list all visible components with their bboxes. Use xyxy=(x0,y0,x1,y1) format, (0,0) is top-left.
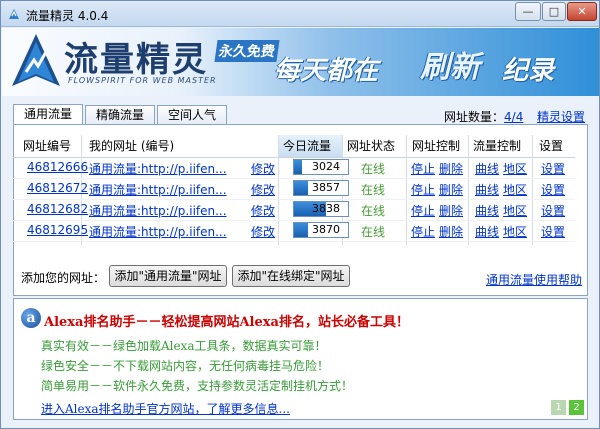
traffic-value: 3838 xyxy=(312,202,340,215)
site-id-link[interactable]: 46812666 xyxy=(27,160,88,174)
ad-line: 绿色安全－－不下载网站内容，无任何病毒挂马危险！ xyxy=(41,359,330,373)
tab-precise-traffic[interactable]: 精确流量 xyxy=(85,105,155,126)
row-settings-link[interactable]: 设置 xyxy=(541,160,565,177)
traffic-bar-fill xyxy=(294,181,308,195)
site-url-link[interactable]: 通用流量:http://p.iifen... xyxy=(89,160,227,177)
region-link[interactable]: 地区 xyxy=(503,223,527,240)
stop-link[interactable]: 停止 xyxy=(411,202,435,219)
header-site-id[interactable]: 网址编号 xyxy=(23,135,71,157)
status-text: 在线 xyxy=(361,204,386,218)
ad-panel: a Alexa排名助手－－轻松提高网站Alexa排名，站长必备工具！ 真实有效－… xyxy=(13,298,588,420)
stop-link[interactable]: 停止 xyxy=(411,181,435,198)
add-site-label: 添加您的网址： xyxy=(21,271,106,285)
edit-link[interactable]: 修改 xyxy=(251,223,275,240)
edit-link[interactable]: 修改 xyxy=(251,202,275,219)
status-text: 在线 xyxy=(361,162,386,176)
close-button[interactable]: ✕ xyxy=(567,2,597,21)
main-window: 流量精灵 4.0.4 — □ ✕ 流量精灵 FLOWSPIRIT FOR WEB… xyxy=(0,0,600,429)
ad-website-link[interactable]: 进入Alexa排名助手官方网站，了解更多信息... xyxy=(41,400,290,417)
traffic-value: 3857 xyxy=(312,181,340,194)
table-row: 46812682 通用流量:http://p.iifen... 修改 在线 停止 删除 曲线… xyxy=(13,200,575,221)
site-count-value[interactable]: 4/4 xyxy=(504,110,523,124)
stop-link[interactable]: 停止 xyxy=(411,223,435,240)
region-link[interactable]: 地区 xyxy=(503,181,527,198)
minimize-button[interactable]: — xyxy=(515,2,541,21)
slogan-part-2: 刷新 xyxy=(420,50,480,85)
delete-link[interactable]: 删除 xyxy=(439,223,463,240)
region-link[interactable]: 地区 xyxy=(503,202,527,219)
site-id-link[interactable]: 46812672 xyxy=(27,181,88,195)
ad-line: 简单易用－－软件永久免费，支持参数灵活定制挂机方式！ xyxy=(41,379,354,393)
slogan-part-3: 纪录 xyxy=(502,56,555,86)
window-title: 流量精灵 4.0.4 xyxy=(26,9,109,23)
curve-link[interactable]: 曲线 xyxy=(475,223,499,240)
ad-line: 真实有效－－绿色加载Alexa工具条，数据真实可靠！ xyxy=(41,339,327,353)
traffic-bar-fill xyxy=(294,223,308,237)
table-row: 46812666 通用流量:http://p.iifen... 修改 在线 停止 删除 曲线… xyxy=(13,158,575,179)
site-id-link[interactable]: 46812682 xyxy=(27,202,88,216)
maximize-button[interactable]: □ xyxy=(542,2,566,21)
row-settings-link[interactable]: 设置 xyxy=(541,202,565,219)
ad-page-1[interactable]: 1 xyxy=(551,400,566,415)
delete-link[interactable]: 删除 xyxy=(439,181,463,198)
traffic-bar: 3838 xyxy=(293,201,349,217)
header-site-control[interactable]: 网址控制 xyxy=(412,135,460,157)
header-settings[interactable]: 设置 xyxy=(539,135,563,157)
traffic-value: 3870 xyxy=(312,223,340,236)
row-settings-link[interactable]: 设置 xyxy=(541,181,565,198)
traffic-value: 3024 xyxy=(312,160,340,173)
table-row: 46812672 通用流量:http://p.iifen... 修改 在线 停止 删除 曲线… xyxy=(13,179,575,200)
site-url-link[interactable]: 通用流量:http://p.iifen... xyxy=(89,202,227,219)
traffic-bar: 3024 xyxy=(293,159,349,175)
ad-page-2[interactable]: 2 xyxy=(569,400,584,415)
curve-link[interactable]: 曲线 xyxy=(475,181,499,198)
traffic-bar: 3857 xyxy=(293,180,349,196)
settings-link[interactable]: 精灵设置 xyxy=(537,108,585,125)
header-traffic-control[interactable]: 流量控制 xyxy=(473,135,521,157)
curve-link[interactable]: 曲线 xyxy=(475,202,499,219)
site-count-label: 网址数量： xyxy=(444,110,505,124)
curve-link[interactable]: 曲线 xyxy=(475,160,499,177)
add-online-binding-button[interactable]: 添加"在线绑定"网址 xyxy=(232,265,350,287)
edit-link[interactable]: 修改 xyxy=(251,181,275,198)
ad-title[interactable]: Alexa排名助手－－轻松提高网站Alexa排名，站长必备工具！ xyxy=(44,311,409,330)
status-text: 在线 xyxy=(361,225,386,239)
site-id-link[interactable]: 46812695 xyxy=(27,223,88,237)
header-site-status[interactable]: 网址状态 xyxy=(347,135,395,157)
logo-text: 流量精灵 xyxy=(64,40,208,80)
logo-subtitle: FLOWSPIRIT FOR WEB MASTER xyxy=(68,76,217,85)
delete-link[interactable]: 删除 xyxy=(439,160,463,177)
help-link[interactable]: 通用流量使用帮助 xyxy=(486,271,582,288)
site-count: 网址数量：4/4 xyxy=(444,108,523,125)
traffic-bar-fill xyxy=(294,160,303,174)
edit-link[interactable]: 修改 xyxy=(251,160,275,177)
delete-link[interactable]: 删除 xyxy=(439,202,463,219)
banner: 流量精灵 FLOWSPIRIT FOR WEB MASTER 永久免费 每天都在… xyxy=(2,28,599,96)
logo-icon xyxy=(12,34,60,86)
header-my-site[interactable]: 我的网址 (编号) xyxy=(89,135,174,157)
header-today-traffic[interactable]: 今日流量 xyxy=(283,135,331,157)
slogan-part-1: 每天都在 xyxy=(274,56,379,86)
alexa-icon: a xyxy=(21,308,41,328)
tab-space-popularity[interactable]: 空间人气 xyxy=(157,105,227,126)
status-text: 在线 xyxy=(361,183,386,197)
app-icon xyxy=(9,9,19,19)
stop-link[interactable]: 停止 xyxy=(411,160,435,177)
traffic-bar: 3870 xyxy=(293,222,349,238)
tab-general-traffic[interactable]: 通用流量 xyxy=(13,104,83,126)
title-bar: 流量精灵 4.0.4 — □ ✕ xyxy=(1,1,599,27)
site-url-link[interactable]: 通用流量:http://p.iifen... xyxy=(89,223,227,240)
row-settings-link[interactable]: 设置 xyxy=(541,223,565,240)
site-url-link[interactable]: 通用流量:http://p.iifen... xyxy=(89,181,227,198)
table-row: 46812695 通用流量:http://p.iifen... 修改 在线 停止 删除 曲线… xyxy=(13,221,575,242)
add-general-traffic-button[interactable]: 添加"通用流量"网址 xyxy=(109,265,227,287)
region-link[interactable]: 地区 xyxy=(503,160,527,177)
free-badge: 永久免费 xyxy=(214,40,280,62)
